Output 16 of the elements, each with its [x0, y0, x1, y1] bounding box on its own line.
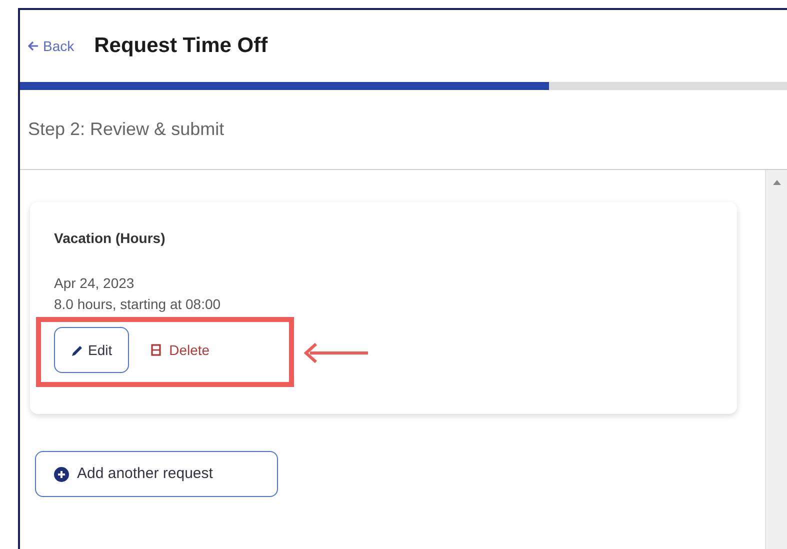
scroll-up-icon[interactable]	[772, 180, 780, 185]
request-type: Vacation (Hours)	[54, 229, 166, 248]
pencil-icon	[71, 344, 84, 356]
add-request-button[interactable]: Add another request	[35, 451, 278, 497]
request-date: Apr 24, 2023	[54, 274, 136, 293]
trash-icon	[151, 344, 162, 356]
pointer-arrow	[304, 342, 368, 364]
delete-button[interactable]: Delete	[151, 340, 210, 360]
scrollbar[interactable]	[765, 170, 787, 549]
page-title: Request Time Off	[94, 33, 268, 60]
plus-circle-icon	[54, 466, 69, 482]
request-details: 8.0 hours, starting at 08:00	[54, 295, 222, 314]
step-label: Step 2: Review & submit	[28, 118, 224, 141]
back-link[interactable]: Back	[28, 36, 74, 56]
back-arrow-icon	[28, 41, 39, 51]
edit-button[interactable]: Edit	[54, 327, 130, 373]
